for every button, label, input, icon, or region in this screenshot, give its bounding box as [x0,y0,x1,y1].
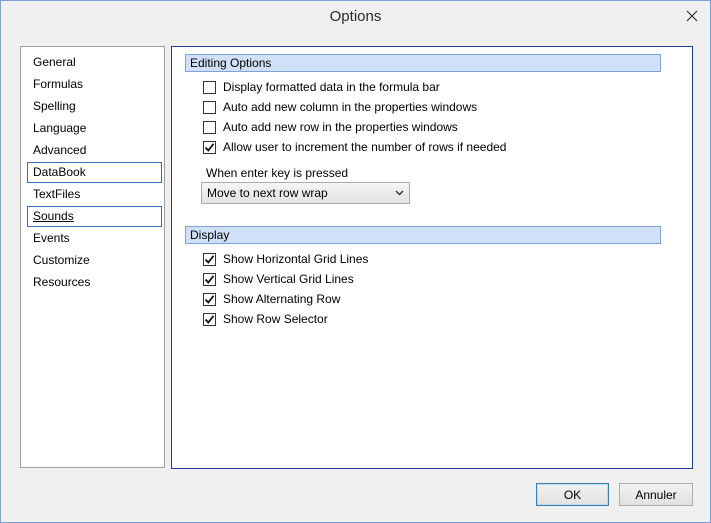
checkbox-label: Show Vertical Grid Lines [223,272,354,286]
sidebar-item-events[interactable]: Events [27,228,162,249]
checkbox-label: Show Alternating Row [223,292,341,306]
checkmark-icon [204,142,215,152]
sidebar-item-label: DataBook [33,165,86,179]
sidebar-item-label: Spelling [33,99,76,113]
checkmark-icon [204,274,215,284]
option-auto-add-column[interactable]: Auto add new column in the properties wi… [203,99,477,115]
sidebar-item-label: Formulas [33,77,84,91]
checkbox-checked[interactable] [203,312,216,326]
sidebar-item-formulas[interactable]: Formulas [27,74,162,95]
checkmark-icon [204,254,215,264]
checkbox-label: Display formatted data in the formula ba… [223,80,440,94]
option-show-horizontal-grid[interactable]: Show Horizontal Grid Lines [203,251,368,267]
window-title: Options [329,8,382,25]
checkbox-checked[interactable] [203,272,216,286]
sidebar-item-sounds[interactable]: Sounds [27,206,162,227]
sidebar-item-advanced[interactable]: Advanced [27,140,162,161]
sidebar-item-customize[interactable]: Customize [27,250,162,271]
sidebar-item-databook[interactable]: DataBook [27,162,162,183]
option-auto-add-row[interactable]: Auto add new row in the properties windo… [203,119,458,135]
sidebar-item-spelling[interactable]: Spelling [27,96,162,117]
enter-key-dropdown[interactable]: Move to next row wrap [201,182,410,204]
cancel-button[interactable]: Annuler [619,483,693,506]
sidebar-item-resources[interactable]: Resources [27,272,162,293]
sidebar-item-general[interactable]: General [27,52,162,73]
checkmark-icon [204,294,215,304]
checkbox[interactable] [203,80,216,94]
editing-options-header: Editing Options [185,54,661,72]
dropdown-value: Move to next row wrap [207,186,328,200]
options-dialog: Options General Formulas Spelling Langua… [0,0,711,523]
sidebar-item-textfiles[interactable]: TextFiles [27,184,162,205]
checkbox-label: Auto add new column in the properties wi… [223,100,478,114]
checkbox[interactable] [203,120,216,134]
option-show-alternating-row[interactable]: Show Alternating Row [203,291,340,307]
sidebar-item-label: TextFiles [33,187,81,201]
chevron-down-icon [395,190,404,196]
category-list: General Formulas Spelling Language Advan… [20,46,165,468]
checkbox-label: Auto add new row in the properties windo… [223,120,458,134]
close-button[interactable] [674,2,710,30]
checkbox-label: Show Row Selector [223,312,328,326]
checkbox-checked[interactable] [203,292,216,306]
ok-button[interactable]: OK [536,483,609,506]
sidebar-item-label: Resources [33,275,91,289]
checkbox-label: Show Horizontal Grid Lines [223,252,369,266]
option-show-vertical-grid[interactable]: Show Vertical Grid Lines [203,271,354,287]
sidebar-item-label: Language [33,121,87,135]
options-panel: Editing Options Display formatted data i… [171,46,693,469]
sidebar-item-label: Events [33,231,70,245]
checkbox-label: Allow user to increment the number of ro… [223,140,507,154]
sidebar-item-label: Sounds [33,209,74,223]
display-header: Display [185,226,661,244]
checkmark-icon [204,314,215,324]
sidebar-item-label: Advanced [33,143,87,157]
enter-key-label: When enter key is pressed [206,166,349,180]
checkbox-checked[interactable] [203,140,216,154]
option-display-formatted-data[interactable]: Display formatted data in the formula ba… [203,79,440,95]
close-icon [686,10,698,22]
checkbox[interactable] [203,100,216,114]
checkbox-checked[interactable] [203,252,216,266]
sidebar-item-label: General [33,55,76,69]
option-show-row-selector[interactable]: Show Row Selector [203,311,328,327]
sidebar-item-language[interactable]: Language [27,118,162,139]
sidebar-item-label: Customize [33,253,90,267]
title-bar[interactable]: Options [1,1,710,33]
option-allow-increment-rows[interactable]: Allow user to increment the number of ro… [203,139,506,155]
